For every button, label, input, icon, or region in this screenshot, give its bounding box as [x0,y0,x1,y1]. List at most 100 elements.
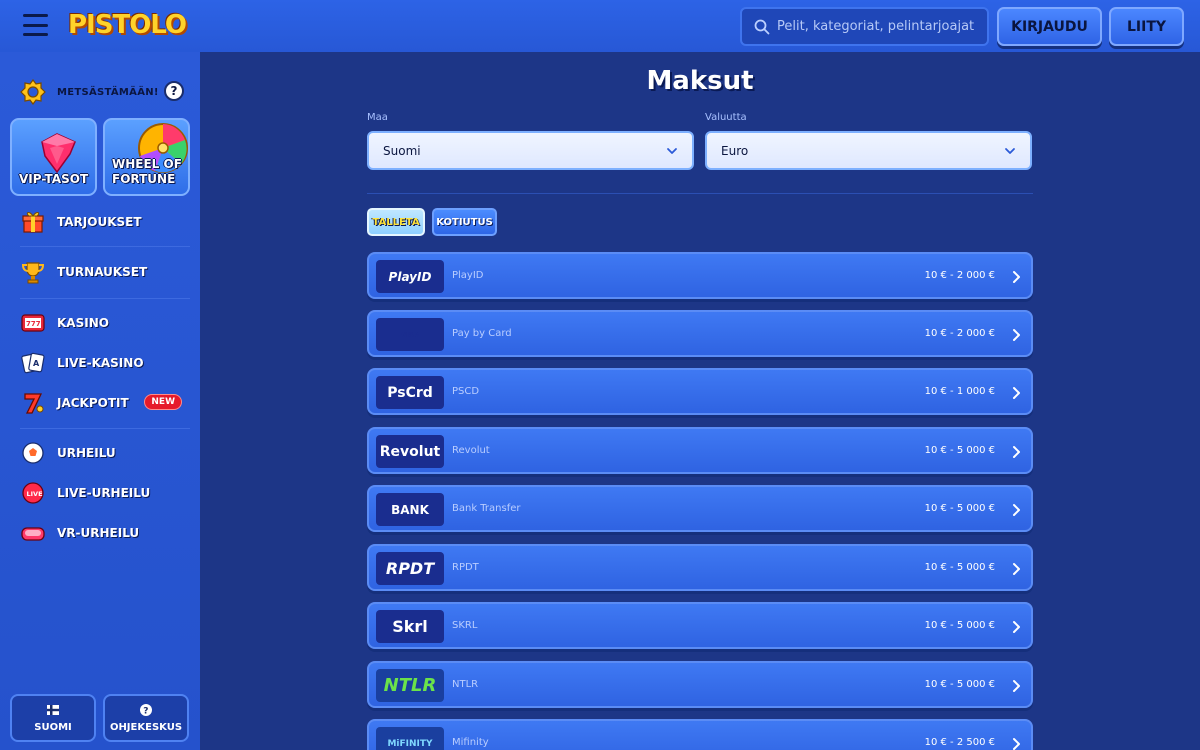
svg-text:A: A [33,359,40,368]
payment-method-row[interactable]: PsCrd PSCD 10 € - 1 000 € [367,368,1033,415]
search-icon [754,19,770,34]
sidebar-item-label: LIVE-URHEILU [57,486,151,500]
chevron-down-icon [1005,148,1015,154]
sidebar-item-tournaments[interactable]: TURNAUKSET [20,256,190,288]
chevron-right-icon [1013,563,1020,575]
search-box[interactable] [740,7,989,46]
payment-range: 10 € - 5 000 € [924,562,995,573]
payment-range: 10 € - 5 000 € [924,620,995,631]
payment-range: 10 € - 2 000 € [924,270,995,281]
tab-deposit[interactable]: TALLETA [367,208,425,236]
svg-text:?: ? [143,707,148,717]
chevron-down-icon [667,148,677,154]
sidebar: METSÄSTÄMÄÄN! ? VIP-TASOT WHEEL OF FORTU… [0,52,200,750]
seven-icon [24,393,44,414]
payment-logo: VISA [376,318,444,351]
gift-icon [22,212,44,233]
sidebar-item-offers[interactable]: TARJOUKSET [20,206,190,238]
payment-logo: MiFINITY [376,727,444,750]
question-icon: ? [140,704,152,717]
chevron-right-icon [1013,446,1020,458]
payment-method-row[interactable]: MiFINITY Mifinity 10 € - 2 500 € [367,719,1033,750]
sidebar-divider [20,428,190,429]
tab-withdraw[interactable]: KOTIUTUS [432,208,497,236]
vip-tile-label: VIP-TASOT [19,172,89,186]
currency-label: Valuutta [705,112,747,123]
payment-range: 10 € - 5 000 € [924,679,995,690]
payment-method-row[interactable]: VISA Pay by Card 10 € - 2 000 € [367,310,1033,357]
hunt-promo[interactable]: METSÄSTÄMÄÄN! ? [20,78,190,106]
chevron-right-icon [1013,680,1020,692]
payment-logo: PsCrd [376,376,444,409]
payment-method-row[interactable]: NTLR NTLR 10 € - 5 000 € [367,661,1033,708]
payment-range: 10 € - 2 500 € [924,737,995,748]
currency-value: Euro [721,143,749,158]
payment-method-row[interactable]: Skrl SKRL 10 € - 5 000 € [367,602,1033,649]
payment-name: PlayID [452,270,484,281]
payment-range: 10 € - 5 000 € [924,445,995,456]
sidebar-item-live-casino[interactable]: A LIVE-KASINO [20,347,190,379]
payment-logo: NTLR [376,669,444,702]
payment-name: Mifinity [452,737,489,748]
sidebar-item-vr-sports[interactable]: VR-URHEILU [20,517,190,549]
payment-range: 10 € - 2 000 € [924,328,995,339]
chevron-right-icon [1013,387,1020,399]
search-input[interactable] [777,19,982,34]
vip-levels-tile[interactable]: VIP-TASOT [10,118,97,196]
sidebar-item-label: LIVE-KASINO [57,356,144,370]
new-badge: NEW [144,394,182,410]
join-button[interactable]: LIITY [1109,7,1184,46]
payment-name: SKRL [452,620,478,631]
wof-label-line2: FORTUNE [112,172,176,186]
vr-headset-icon [21,527,45,541]
payment-method-row[interactable]: Revolut Revolut 10 € - 5 000 € [367,427,1033,474]
language-label: SUOMI [34,722,72,733]
language-button[interactable]: SUOMI [10,694,96,742]
chevron-right-icon [1013,621,1020,633]
slot-machine-icon: 777 [21,314,45,332]
payment-method-row[interactable]: PlayID PlayID 10 € - 2 000 € [367,252,1033,299]
wof-tile-label: WHEEL OF FORTUNE [112,157,182,187]
login-button[interactable]: KIRJAUDU [997,7,1102,46]
menu-icon[interactable] [23,14,48,36]
payment-name: RPDT [452,562,479,573]
payment-name: Revolut [452,445,490,456]
help-center-label: OHJEKESKUS [109,722,183,733]
sidebar-item-casino[interactable]: 777 KASINO [20,307,190,339]
country-select[interactable]: Suomi [367,131,694,170]
chevron-right-icon [1013,271,1020,283]
chevron-right-icon [1013,738,1020,750]
sidebar-item-label: URHEILU [57,446,116,460]
target-icon [20,79,46,105]
country-label: Maa [367,112,388,123]
currency-select[interactable]: Euro [705,131,1032,170]
trophy-icon [21,262,45,284]
sidebar-item-sports[interactable]: URHEILU [20,437,190,469]
wheel-of-fortune-tile[interactable]: WHEEL OF FORTUNE [103,118,190,196]
top-header: PISTOLO KIRJAUDU LIITY [0,0,1200,52]
hunt-label: METSÄSTÄMÄÄN! [57,86,159,98]
chevron-right-icon [1013,329,1020,341]
sidebar-item-jackpots[interactable]: JACKPOTIT NEW [20,387,190,419]
payment-range: 10 € - 5 000 € [924,503,995,514]
help-center-button[interactable]: ? OHJEKESKUS [103,694,189,742]
payment-logo: BANK [376,493,444,526]
payment-method-row[interactable]: BANK Bank Transfer 10 € - 5 000 € [367,485,1033,532]
help-icon[interactable]: ? [164,81,184,101]
payment-name: NTLR [452,679,479,690]
payment-logo: PlayID [376,260,444,293]
page-title: Maksut [646,66,754,96]
svg-text:777: 777 [26,320,41,328]
chevron-right-icon [1013,504,1020,516]
flag-icon [47,705,59,715]
site-logo[interactable]: PISTOLO [68,8,187,42]
sidebar-divider [20,298,190,299]
svg-text:LIVE: LIVE [27,490,43,498]
sidebar-item-label: VR-URHEILU [57,526,140,540]
payment-name: PSCD [452,386,480,397]
sidebar-item-label: TARJOUKSET [57,215,142,229]
sidebar-item-live-sports[interactable]: LIVE LIVE-URHEILU [20,477,190,509]
section-divider [367,193,1033,194]
payment-range: 10 € - 1 000 € [924,386,995,397]
payment-method-row[interactable]: RPDT RPDT 10 € - 5 000 € [367,544,1033,591]
